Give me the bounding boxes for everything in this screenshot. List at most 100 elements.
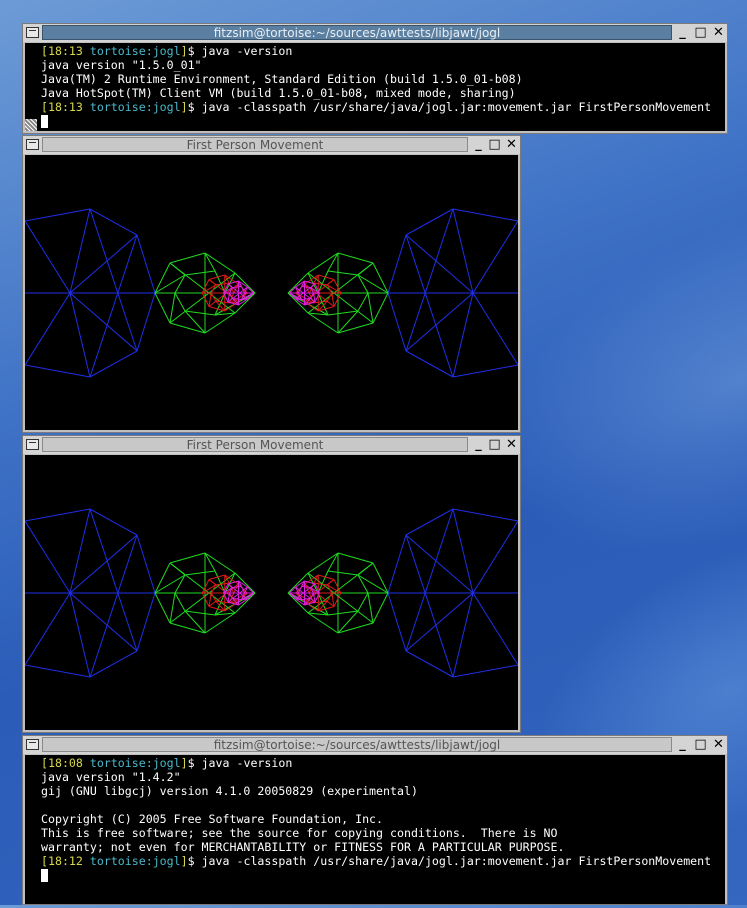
- maximize-icon[interactable]: □: [487, 437, 502, 452]
- wireframe-edge: [69, 292, 91, 378]
- wireframe-edge: [452, 508, 518, 522]
- wireframe-edge: [69, 208, 91, 294]
- wireframe-edge: [204, 252, 216, 272]
- wireframe-edge: [387, 292, 407, 352]
- wireframe-edge: [405, 534, 454, 678]
- gl-window-2[interactable]: First Person Movement _ □ ✕: [22, 435, 521, 733]
- window-menu-icon[interactable]: [26, 439, 39, 450]
- top-terminal-titlebar[interactable]: fitzsim@tortoise:~/sources/awttests/libj…: [23, 24, 727, 42]
- wireframe-edge: [327, 552, 339, 572]
- maximize-icon[interactable]: □: [487, 137, 502, 152]
- window-title[interactable]: First Person Movement: [42, 437, 468, 452]
- output-line: Copyright (C) 2005 Free Software Foundat…: [41, 812, 384, 826]
- output-line: Java HotSpot(TM) Client VM (build 1.5.0_…: [41, 86, 516, 100]
- wireframe-edge: [337, 252, 374, 264]
- maximize-icon[interactable]: □: [693, 25, 708, 40]
- window-menu-icon[interactable]: [26, 739, 39, 750]
- close-icon[interactable]: ✕: [711, 737, 726, 752]
- prompt-line: [18:13 tortoise:jogl]$ java -classpath /…: [41, 100, 712, 114]
- minimize-icon[interactable]: _: [675, 737, 690, 752]
- window-title[interactable]: fitzsim@tortoise:~/sources/awttests/libj…: [42, 737, 672, 752]
- output-line: java version "1.4.2": [41, 770, 181, 784]
- wireframe-edge: [89, 208, 138, 352]
- gl-window-2-titlebar[interactable]: First Person Movement _ □ ✕: [23, 436, 520, 454]
- wireframe-edge: [314, 592, 320, 603]
- top-terminal-window[interactable]: fitzsim@tortoise:~/sources/awttests/libj…: [22, 23, 728, 134]
- wireframe-edge: [307, 252, 339, 274]
- wireframe-edge: [154, 592, 171, 624]
- wireframe-edge: [387, 592, 407, 652]
- wireframe-edge: [136, 292, 156, 352]
- wireframe-edge: [387, 534, 407, 594]
- wireframe-edge: [169, 622, 206, 634]
- wireframe-edge: [204, 552, 236, 574]
- wireframe-edge: [327, 270, 359, 276]
- wireframe-edge: [337, 552, 374, 564]
- window-menu-icon[interactable]: [26, 27, 39, 38]
- gl-window-1[interactable]: First Person Movement _ □ ✕: [22, 135, 521, 433]
- wireframe-edge: [327, 570, 359, 576]
- prompt-line: [18:12 tortoise:jogl]$ java -classpath /…: [41, 854, 712, 868]
- close-icon[interactable]: ✕: [711, 25, 726, 40]
- wireframe-edge: [295, 298, 302, 301]
- wireframe-edge: [337, 622, 374, 634]
- wireframe-edge: [472, 220, 518, 294]
- bottom-terminal-output[interactable]: [18:08 tortoise:jogl]$ java -version jav…: [25, 755, 725, 904]
- wireframe-edge: [204, 312, 236, 334]
- wireframe-edge: [174, 592, 186, 612]
- wireframe-edge: [452, 664, 518, 678]
- resize-grip[interactable]: [25, 119, 37, 131]
- wireframe-edge: [169, 592, 176, 624]
- top-terminal-output[interactable]: [18:13 tortoise:jogl]$ java -version jav…: [25, 43, 725, 131]
- wireframe-edge: [357, 292, 369, 312]
- window-title[interactable]: fitzsim@tortoise:~/sources/awttests/libj…: [42, 25, 672, 40]
- output-line: Java(TM) 2 Runtime Environment, Standard…: [41, 72, 523, 86]
- maximize-icon[interactable]: □: [693, 737, 708, 752]
- wireframe-edge: [136, 592, 156, 652]
- wireframe-edge: [89, 508, 138, 652]
- close-icon[interactable]: ✕: [504, 137, 519, 152]
- gl-window-1-titlebar[interactable]: First Person Movement _ □ ✕: [23, 136, 520, 154]
- bottom-terminal-titlebar[interactable]: fitzsim@tortoise:~/sources/awttests/libj…: [23, 736, 727, 754]
- wireframe-edge: [387, 234, 407, 294]
- wireframe-edge: [327, 610, 359, 616]
- wireframe-edge: [372, 592, 389, 624]
- wireframe-edge: [223, 292, 229, 303]
- wireframe-edge: [472, 292, 518, 366]
- wireframe-edge: [184, 310, 216, 316]
- wireframe-edge: [357, 592, 369, 612]
- gl-canvas-2[interactable]: [25, 455, 518, 730]
- minimize-icon[interactable]: _: [471, 437, 486, 452]
- wireframe-edge: [204, 612, 236, 634]
- wireframe-edge: [452, 508, 474, 594]
- output-line: gij (GNU libgcj) version 4.1.0 20050829 …: [41, 784, 418, 798]
- wireframe-edge: [25, 520, 71, 594]
- wireframe-edge: [169, 292, 176, 324]
- wireframe-edge: [25, 208, 91, 222]
- wireframe-edge: [232, 285, 242, 289]
- minimize-icon[interactable]: _: [471, 137, 486, 152]
- minimize-icon[interactable]: _: [675, 25, 690, 40]
- wireframe-edge: [204, 252, 236, 274]
- wireframe-edge: [367, 292, 374, 324]
- bottom-terminal-window[interactable]: fitzsim@tortoise:~/sources/awttests/libj…: [22, 735, 728, 905]
- output-line: This is free software; see the source fo…: [41, 826, 558, 840]
- wireframe-edge: [169, 552, 206, 564]
- wireframe-edge: [472, 520, 518, 594]
- wireframe-edge: [452, 208, 474, 294]
- window-title[interactable]: First Person Movement: [42, 137, 468, 152]
- wireframe-edge: [154, 292, 171, 324]
- wireframe-edge: [452, 364, 518, 378]
- window-menu-icon[interactable]: [26, 139, 39, 150]
- wireframe-edge: [301, 285, 311, 289]
- output-line: java version "1.5.0_01": [41, 58, 202, 72]
- wireframe-edge: [452, 592, 474, 678]
- wireframe-scene: [25, 208, 518, 378]
- wireframe-edge: [25, 292, 71, 366]
- prompt-line: [18:13 tortoise:jogl]$ java -version: [41, 44, 293, 58]
- wireframe-edge: [223, 592, 229, 603]
- wireframe-edge: [69, 592, 91, 678]
- gl-canvas-1[interactable]: [25, 155, 518, 430]
- wireframe-edge: [307, 312, 339, 334]
- close-icon[interactable]: ✕: [504, 437, 519, 452]
